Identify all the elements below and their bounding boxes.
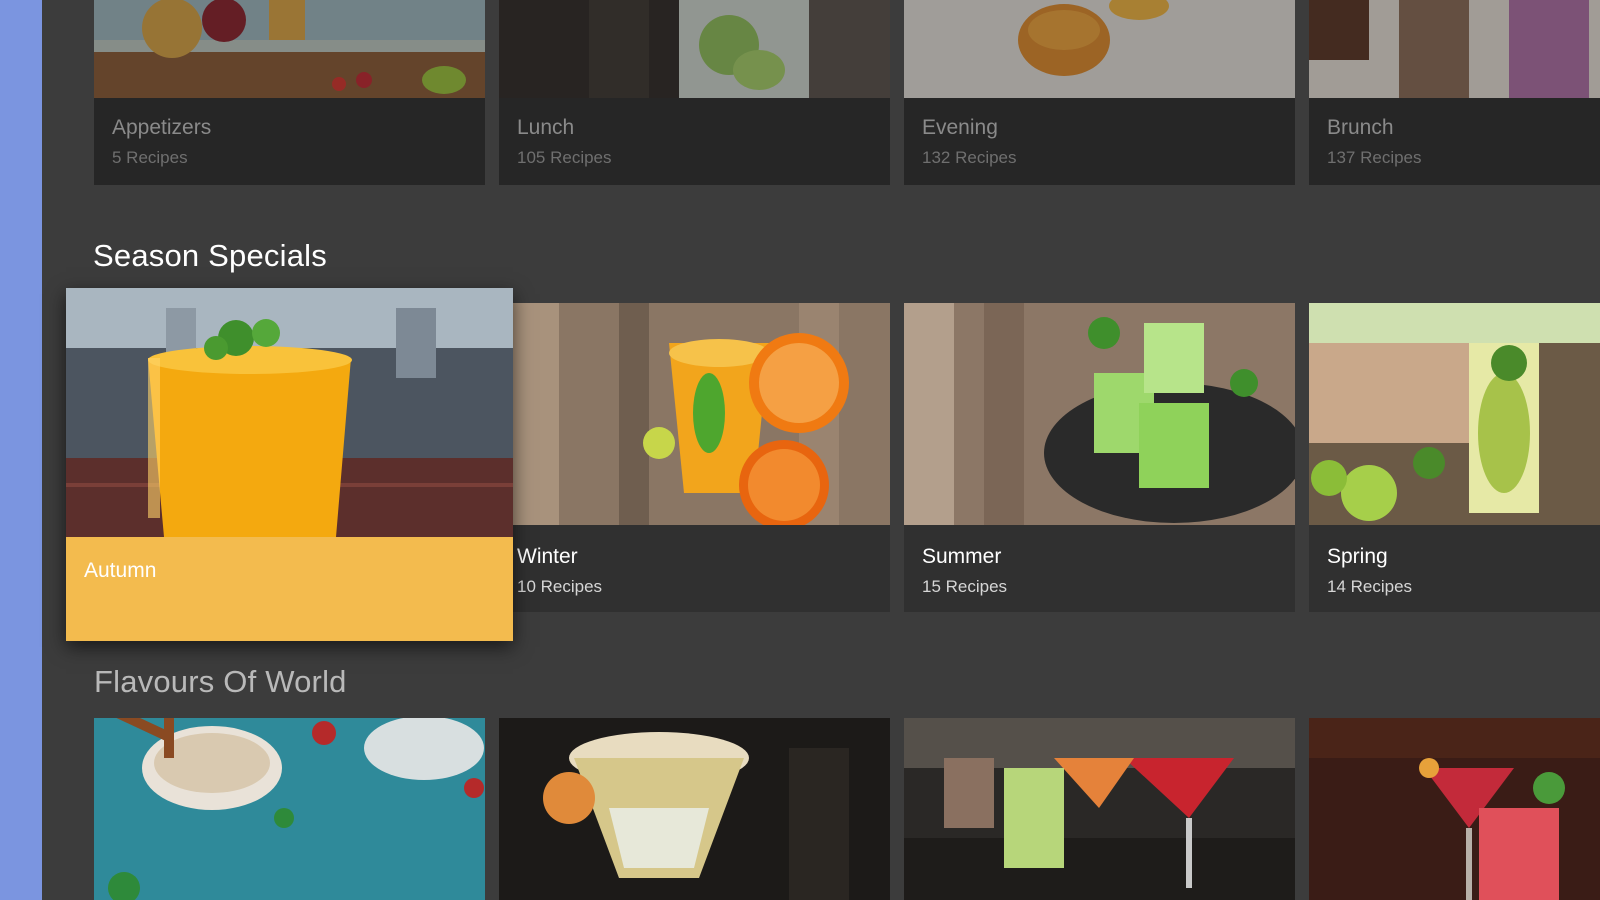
card-recipe-count: 137 Recipes: [1327, 148, 1422, 167]
card-title: Lunch: [517, 116, 575, 139]
world-card-2[interactable]: [499, 718, 890, 900]
card-info: Spring 14 Recipes: [1309, 525, 1600, 612]
appetizers-image: [94, 0, 485, 98]
card-title: Autumn: [84, 559, 157, 582]
card-info: Autumn: [66, 537, 513, 641]
world-card-1[interactable]: [94, 718, 485, 900]
card-title: Appetizers: [112, 116, 212, 139]
world-image-3: [904, 718, 1295, 900]
card-recipe-count: 10 Recipes: [517, 577, 603, 596]
season-card-summer[interactable]: Summer 15 Recipes: [904, 303, 1295, 612]
side-accent-strip: [0, 0, 42, 900]
evening-image: [904, 0, 1295, 98]
summer-image: [904, 303, 1295, 525]
card-recipe-count: 15 Recipes: [922, 577, 1008, 596]
section-title-season-specials: Season Specials: [93, 238, 327, 273]
lunch-image: [499, 0, 890, 98]
card-info: Lunch 105 Recipes: [499, 98, 890, 185]
autumn-image: [66, 288, 513, 537]
world-image-1: [94, 718, 485, 900]
card-title: Winter: [517, 545, 578, 568]
card-info: Summer 15 Recipes: [904, 525, 1295, 612]
card-recipe-count: 105 Recipes: [517, 148, 612, 167]
card-title: Summer: [922, 545, 1002, 568]
world-card-4[interactable]: [1309, 718, 1600, 900]
card-recipe-count: 5 Recipes: [112, 148, 188, 167]
season-card-winter[interactable]: Winter 10 Recipes: [499, 303, 890, 612]
spring-image: [1309, 303, 1600, 525]
section-title-flavours-of-world: Flavours Of World: [94, 664, 347, 699]
card-info: Brunch 137 Recipes: [1309, 98, 1600, 185]
category-card-appetizers[interactable]: Appetizers 5 Recipes: [94, 0, 485, 185]
category-card-lunch[interactable]: Lunch 105 Recipes: [499, 0, 890, 185]
card-info: Evening 132 Recipes: [904, 98, 1295, 185]
season-card-spring[interactable]: Spring 14 Recipes: [1309, 303, 1600, 612]
brunch-image: [1309, 0, 1600, 98]
winter-image: [499, 303, 890, 525]
world-image-4: [1309, 718, 1600, 900]
card-title: Spring: [1327, 545, 1388, 568]
card-info: Appetizers 5 Recipes: [94, 98, 485, 185]
card-info: Winter 10 Recipes: [499, 525, 890, 612]
card-title: Evening: [922, 116, 998, 139]
category-card-evening[interactable]: Evening 132 Recipes: [904, 0, 1295, 185]
world-card-3[interactable]: [904, 718, 1295, 900]
card-recipe-count: 132 Recipes: [922, 148, 1017, 167]
world-image-2: [499, 718, 890, 900]
card-recipe-count: 14 Recipes: [1327, 577, 1413, 596]
card-title: Brunch: [1327, 116, 1394, 139]
category-card-brunch[interactable]: Brunch 137 Recipes: [1309, 0, 1600, 185]
season-card-autumn[interactable]: Autumn: [66, 288, 513, 641]
